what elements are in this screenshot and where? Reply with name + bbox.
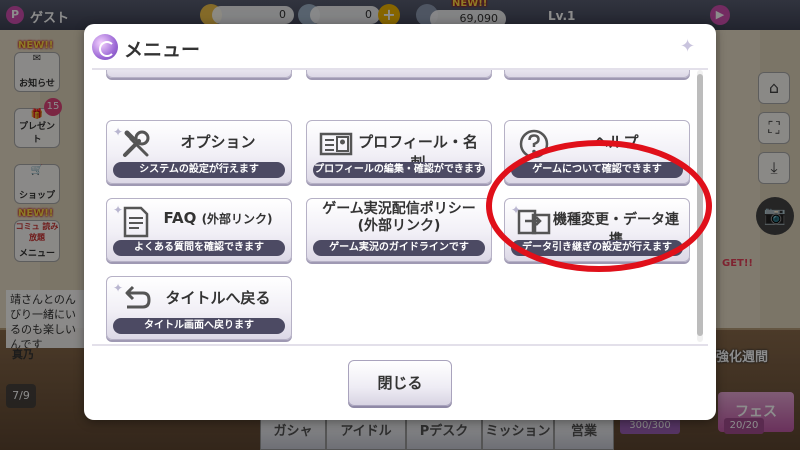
- faq-desc: よくある質問を確認できます: [113, 240, 285, 256]
- faq-external-link-label: (外部リンク): [201, 212, 273, 226]
- streaming-policy-desc: ゲーム実況のガイドラインです: [313, 240, 485, 256]
- streaming-policy-title: ゲーム実況配信ポリシー (外部リンク): [313, 201, 485, 235]
- streaming-policy-title-line2: (外部リンク): [357, 218, 441, 234]
- menu-item-hidden-1[interactable]: [106, 70, 292, 78]
- help-button[interactable]: ヘルプ ゲームについて確認できます: [504, 120, 690, 184]
- return-title-button[interactable]: ✦ タイトルへ戻る タイトル画面へ戻ります: [106, 276, 292, 340]
- device-transfer-icon: [517, 209, 551, 235]
- help-title: ヘルプ: [593, 133, 639, 151]
- faq-title: FAQ (外部リンク): [151, 209, 285, 227]
- menu-dialog: メニュー ✦ ✦ オプション システムの設定が行えます プロフィール・名 プロフ…: [84, 24, 716, 420]
- profile-card-button[interactable]: プロフィール・名刺 プロフィールの編集・確認ができます: [306, 120, 492, 184]
- option-title: オプション: [180, 133, 256, 151]
- sparkle-icon: ✦: [680, 36, 696, 57]
- question-icon: [519, 129, 549, 159]
- document-icon: [123, 206, 149, 238]
- sparkle-icon: ✦: [113, 125, 124, 139]
- return-title-desc: タイトル画面へ戻ります: [113, 318, 285, 334]
- return-title-title: タイトルへ戻る: [165, 289, 271, 307]
- option-desc: システムの設定が行えます: [113, 162, 285, 178]
- footer-divider: [92, 344, 708, 346]
- faq-title-main: FAQ: [163, 209, 197, 227]
- menu-item-hidden-3[interactable]: [504, 70, 690, 78]
- streaming-policy-title-line1: ゲーム実況配信ポリシー: [322, 201, 476, 217]
- return-arrow-icon: [125, 285, 151, 309]
- dialog-title: メニュー: [124, 39, 201, 61]
- profile-card-icon: [319, 132, 353, 156]
- scroll-thumb[interactable]: [697, 74, 703, 336]
- help-desc: ゲームについて確認できます: [511, 162, 683, 178]
- data-transfer-desc: データ引き継ぎの設定が行えます: [511, 240, 683, 256]
- menu-item-hidden-2[interactable]: [306, 70, 492, 78]
- sparkle-icon: ✦: [113, 281, 124, 295]
- menu-scrollbar[interactable]: [697, 70, 703, 342]
- option-button[interactable]: ✦ オプション システムの設定が行えます: [106, 120, 292, 184]
- sparkle-icon: ✦: [511, 203, 522, 217]
- faq-button[interactable]: ✦ FAQ (外部リンク) よくある質問を確認できます: [106, 198, 292, 262]
- wrench-screwdriver-icon: [123, 130, 150, 157]
- profile-card-desc: プロフィールの編集・確認ができます: [313, 162, 485, 178]
- data-transfer-button[interactable]: ✦ 機種変更・データ連携 データ引き継ぎの設定が行えます: [504, 198, 690, 262]
- sparkle-icon: ✦: [113, 203, 124, 217]
- menu-scroll-area[interactable]: ✦ オプション システムの設定が行えます プロフィール・名刺 プロフィールの編集…: [92, 70, 692, 344]
- menu-logo-icon: [92, 34, 118, 60]
- streaming-policy-button[interactable]: ゲーム実況配信ポリシー (外部リンク) ゲーム実況のガイドラインです: [306, 198, 492, 262]
- close-button[interactable]: 閉じる: [348, 360, 452, 406]
